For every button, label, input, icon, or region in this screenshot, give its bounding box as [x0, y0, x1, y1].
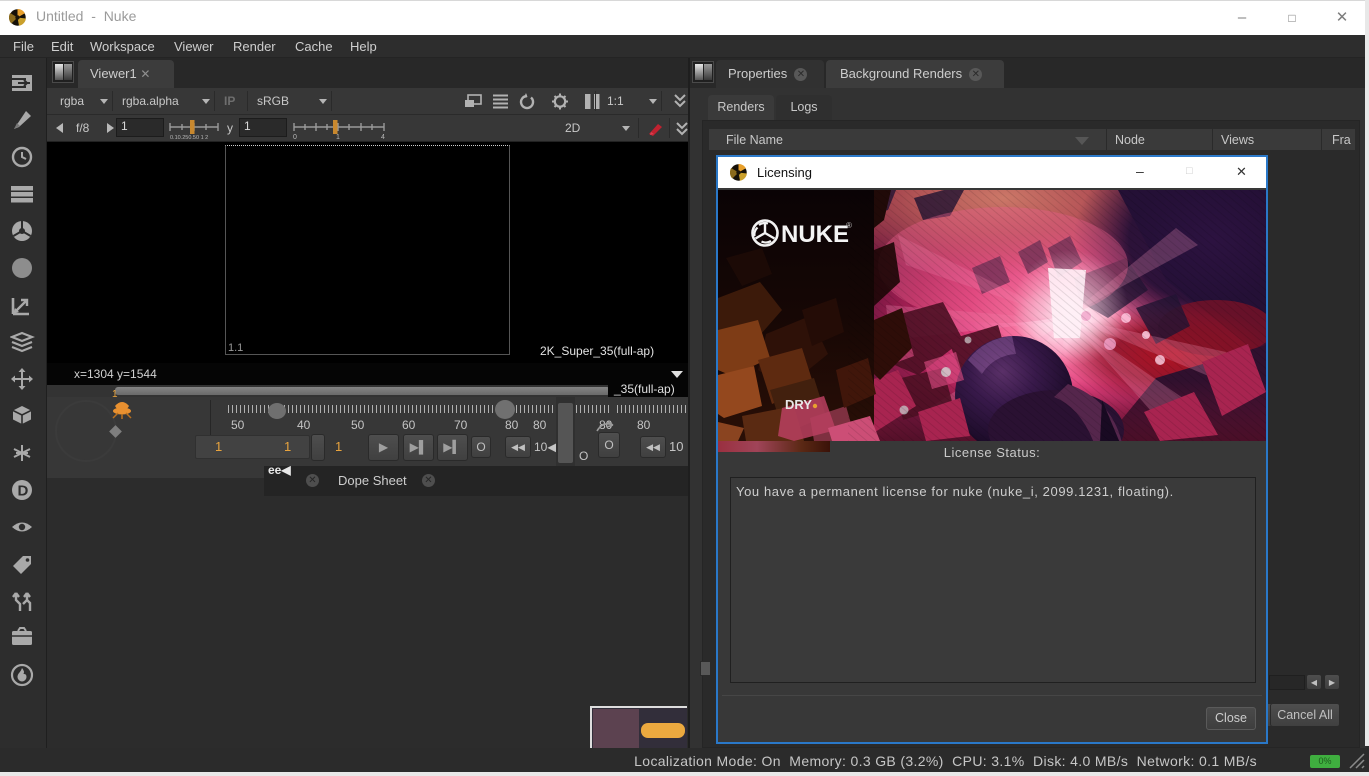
svg-text:NUKE: NUKE [781, 221, 849, 248]
svg-text:DRY: DRY [785, 397, 812, 412]
svg-text:0.10.250.50 1 2: 0.10.250.50 1 2 [170, 135, 208, 139]
svg-text:D: D [18, 483, 29, 500]
svg-text:0: 0 [293, 134, 297, 139]
svg-text:1: 1 [336, 134, 340, 139]
svg-text:4: 4 [381, 134, 385, 139]
